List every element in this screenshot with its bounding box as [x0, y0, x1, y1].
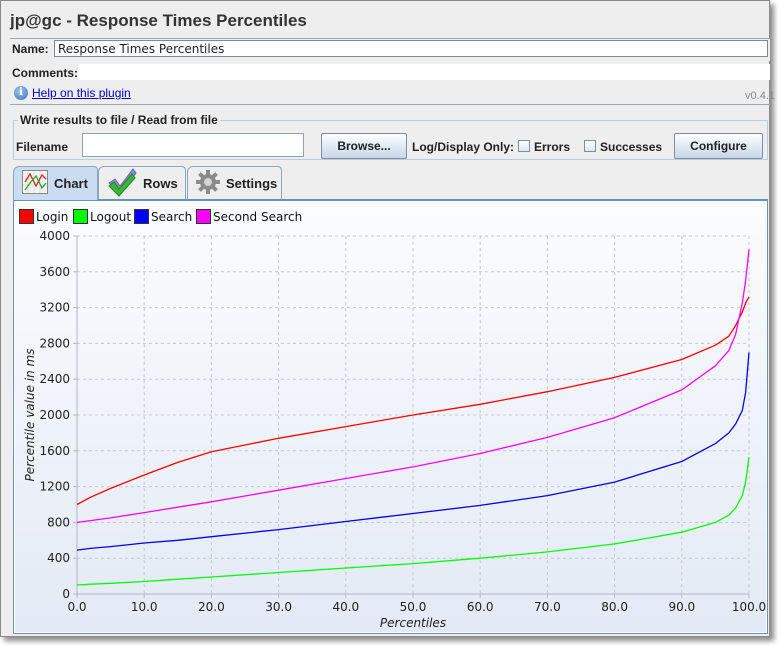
tab-settings-label: Settings [226, 175, 278, 191]
legend-swatch [73, 209, 88, 224]
comments-input[interactable] [78, 64, 770, 80]
legend-swatch [196, 209, 211, 224]
tab-chart-label: Chart [54, 176, 88, 191]
filename-label: Filename [16, 140, 69, 154]
name-label: Name: [12, 42, 49, 56]
gear-icon [196, 169, 220, 197]
divider [10, 104, 770, 105]
configure-button[interactable]: Configure [674, 133, 763, 159]
successes-label: Successes [600, 140, 663, 154]
tab-settings[interactable]: Settings [187, 166, 282, 199]
errors-checkbox[interactable] [518, 140, 530, 152]
chart-icon [22, 170, 48, 197]
legend-swatch [134, 209, 149, 224]
help-link[interactable]: Help on this plugin [32, 86, 131, 100]
filename-input[interactable] [82, 133, 304, 157]
help-link-row[interactable]: i Help on this plugin [14, 86, 131, 100]
legend-label: Login [36, 209, 69, 224]
errors-label: Errors [534, 140, 571, 154]
legend-swatch [19, 209, 34, 224]
log-display-label: Log/Display Only: [412, 140, 515, 154]
tab-chart[interactable]: Chart [13, 166, 98, 200]
info-icon: i [14, 86, 28, 100]
tab-rows-label: Rows [143, 175, 178, 191]
legend-item-second-search: Second Search [196, 209, 302, 224]
window-title: jp@gc - Response Times Percentiles [10, 11, 307, 30]
browse-button[interactable]: Browse... [321, 133, 407, 159]
comments-label: Comments: [12, 66, 79, 80]
legend-label: Logout [90, 209, 132, 224]
name-input[interactable] [54, 40, 768, 57]
legend-label: Search [151, 209, 193, 224]
legend-item-login: Login [19, 209, 68, 224]
tab-rows[interactable]: Rows [98, 166, 186, 199]
legend-item-logout: Logout [73, 209, 131, 224]
chart-area [15, 203, 766, 632]
checkmark-icon [107, 167, 137, 200]
file-fieldset-legend: Write results to file / Read from file [18, 113, 220, 127]
successes-checkbox[interactable] [584, 140, 596, 152]
version-label: v0.4.1 [745, 90, 775, 102]
legend-label: Second Search [213, 209, 303, 224]
legend-item-search: Search [134, 209, 192, 224]
